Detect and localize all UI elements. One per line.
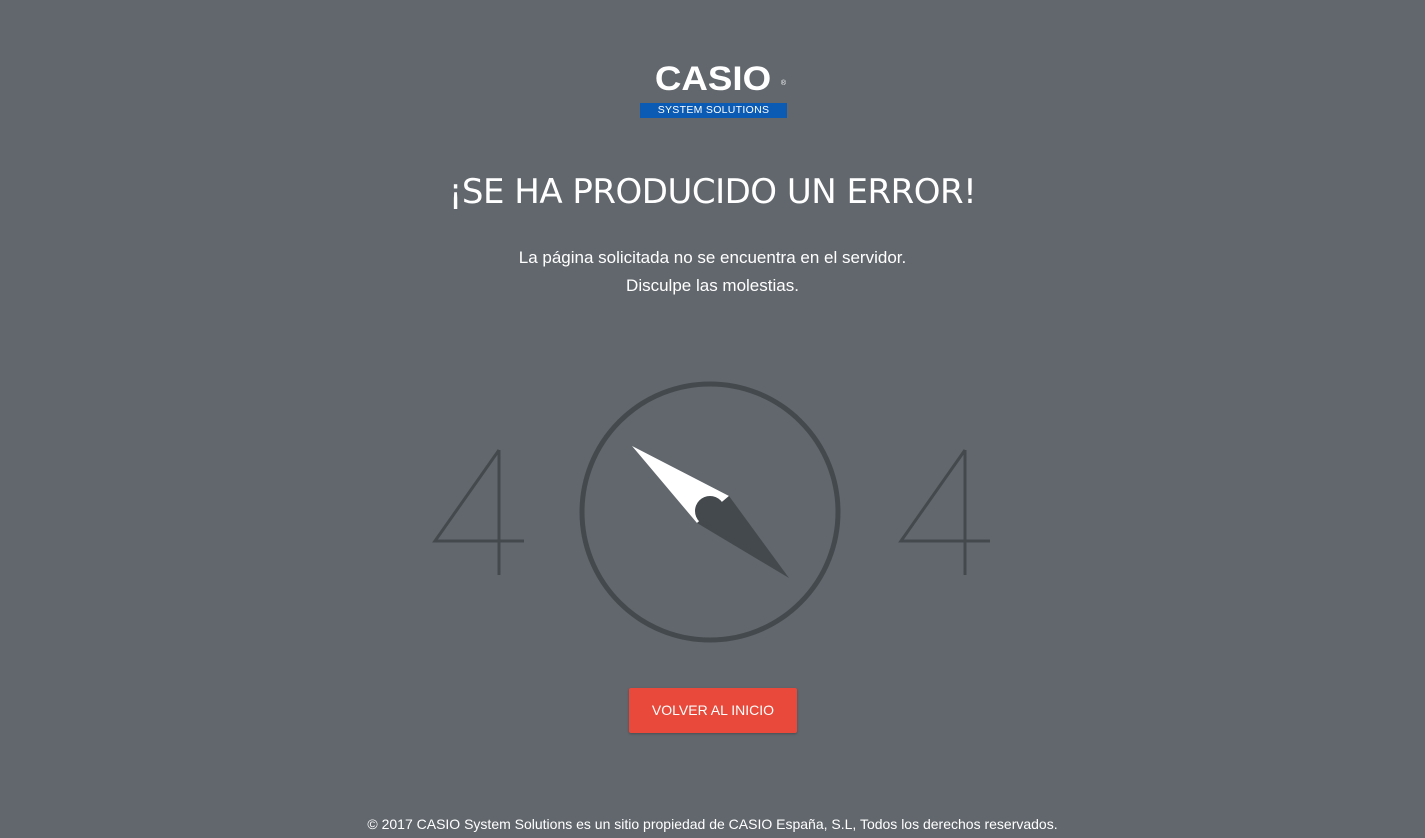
404-illustration: 4 4 — [420, 370, 1005, 660]
compass-icon — [579, 381, 841, 643]
error-message-line-1: La página solicitada no se encuentra en … — [518, 248, 907, 267]
casio-logo: CASIO ® SYSTEM SOLUTIONS — [638, 62, 788, 120]
back-home-button[interactable]: VOLVER AL INICIO — [629, 688, 797, 733]
error-message-line-2: Disculpe las molestias. — [626, 276, 799, 295]
logo-subtitle: SYSTEM SOLUTIONS — [640, 103, 787, 118]
error-title: ¡SE HA PRODUCIDO UN ERROR! — [448, 172, 977, 212]
logo-wordmark: CASIO — [654, 60, 772, 98]
logo-registered-mark: ® — [780, 80, 786, 87]
right-digit-4: 4 — [898, 449, 990, 575]
left-digit-4: 4 — [432, 449, 524, 575]
footer-copyright: © 2017 CASIO System Solutions es un siti… — [367, 816, 1058, 832]
